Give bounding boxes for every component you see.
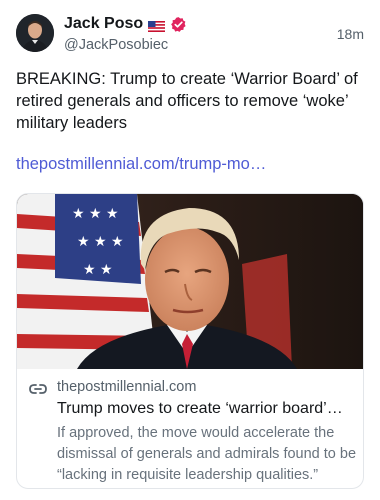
tweet-header: Jack Poso @JackPosobiec 18m: [16, 14, 364, 56]
card-description: If approved, the move would accelerate t…: [57, 425, 357, 483]
verified-badge-icon: [170, 16, 187, 33]
tweet-timestamp[interactable]: 18m: [337, 26, 364, 42]
link-icon: [29, 382, 47, 394]
author-name-row: Jack Poso: [64, 14, 187, 34]
us-flag-icon: [148, 19, 166, 32]
card-title: Trump moves to create ‘warrior board’…: [57, 400, 343, 417]
svg-text:★ ★: ★ ★: [83, 262, 113, 278]
author-handle[interactable]: @JackPosobiec: [64, 37, 168, 53]
card-domain: thepostmillennial.com: [57, 379, 197, 395]
svg-text:★ ★ ★: ★ ★ ★: [72, 206, 119, 222]
tweet-link[interactable]: thepostmillennial.com/trump-mo…: [16, 155, 266, 174]
avatar[interactable]: [16, 14, 54, 52]
link-preview-card[interactable]: ★ ★ ★ ★ ★ ★ ★ ★ thepostmillennial.com Tr…: [16, 193, 364, 489]
card-body[interactable]: thepostmillennial.com Trump moves to cre…: [17, 369, 363, 488]
card-image[interactable]: ★ ★ ★ ★ ★ ★ ★ ★: [17, 194, 363, 369]
author-display-name[interactable]: Jack Poso: [64, 15, 143, 33]
tweet-text: BREAKING: Trump to create ‘Warrior Board…: [16, 70, 358, 132]
svg-text:★ ★ ★: ★ ★ ★: [77, 234, 124, 250]
